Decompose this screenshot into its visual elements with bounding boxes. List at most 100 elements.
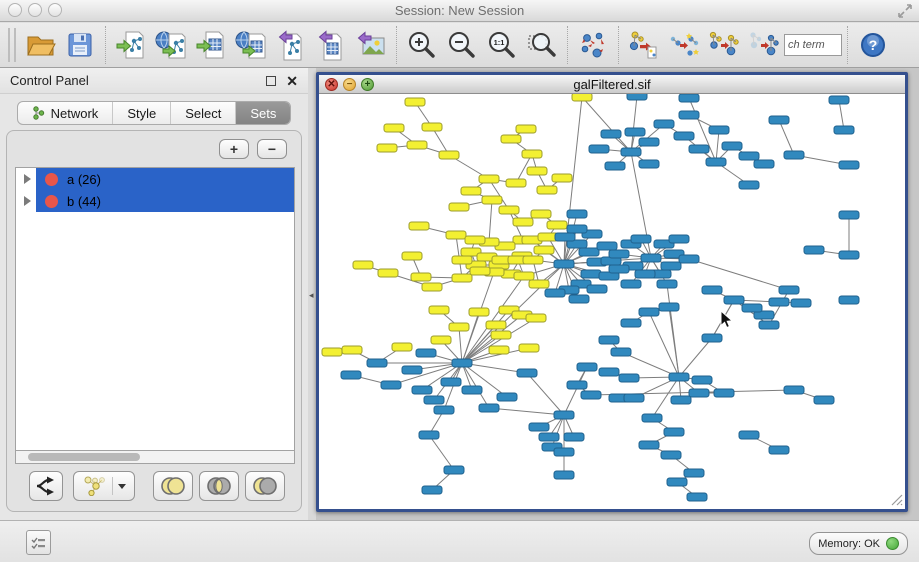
- network-view-window[interactable]: ✕ − + galFiltered.sif: [316, 72, 908, 512]
- graph-node-blue[interactable]: [569, 295, 589, 303]
- tab-network[interactable]: Network: [18, 102, 114, 124]
- graph-node-blue[interactable]: [839, 296, 859, 304]
- graph-node-yellow[interactable]: [378, 269, 398, 277]
- memory-status-button[interactable]: Memory: OK: [809, 532, 908, 555]
- graph-node-yellow[interactable]: [342, 346, 362, 354]
- graph-node-yellow[interactable]: [514, 272, 534, 280]
- graph-node-blue[interactable]: [497, 393, 517, 401]
- graph-node-blue[interactable]: [779, 286, 799, 294]
- graph-node-blue[interactable]: [624, 394, 644, 402]
- graph-node-yellow[interactable]: [523, 256, 543, 264]
- graph-node-blue[interactable]: [434, 406, 454, 414]
- graph-node-yellow[interactable]: [384, 124, 404, 132]
- graph-node-blue[interactable]: [839, 251, 859, 259]
- graph-node-blue[interactable]: [742, 304, 762, 312]
- graph-node-blue[interactable]: [839, 211, 859, 219]
- graph-node-yellow[interactable]: [377, 144, 397, 152]
- graph-node-blue[interactable]: [619, 374, 639, 382]
- graph-node-blue[interactable]: [639, 441, 659, 449]
- scrollbar-thumb[interactable]: [28, 453, 140, 461]
- graph-node-yellow[interactable]: [402, 252, 422, 260]
- graph-node-yellow[interactable]: [461, 187, 481, 195]
- graph-node-yellow[interactable]: [527, 167, 547, 175]
- graph-node-blue[interactable]: [529, 423, 549, 431]
- help-button[interactable]: ?: [853, 25, 893, 65]
- panel-splitter[interactable]: ◂: [308, 68, 316, 520]
- new-network-from-selection-button[interactable]: [624, 25, 664, 65]
- graph-node-blue[interactable]: [684, 469, 704, 477]
- graph-node-yellow[interactable]: [522, 150, 542, 158]
- graph-node-blue[interactable]: [689, 145, 709, 153]
- graph-node-yellow[interactable]: [470, 267, 490, 275]
- import-table-from-file-button[interactable]: [191, 25, 231, 65]
- graph-node-blue[interactable]: [669, 235, 689, 243]
- graph-node-yellow[interactable]: [537, 186, 557, 194]
- graph-node-blue[interactable]: [441, 378, 461, 386]
- graph-node-blue[interactable]: [739, 152, 759, 160]
- zoom-out-button[interactable]: [442, 25, 482, 65]
- graph-node-blue[interactable]: [664, 428, 684, 436]
- tab-select[interactable]: Select: [171, 102, 236, 124]
- graph-node-blue[interactable]: [669, 373, 689, 381]
- graph-node-blue[interactable]: [639, 160, 659, 168]
- graph-node-blue[interactable]: [784, 151, 804, 159]
- graph-node-blue[interactable]: [625, 128, 645, 136]
- graph-node-yellow[interactable]: [449, 203, 469, 211]
- graph-node-yellow[interactable]: [446, 231, 466, 239]
- graph-node-yellow[interactable]: [479, 175, 499, 183]
- graph-node-blue[interactable]: [367, 359, 387, 367]
- export-table-button[interactable]: [311, 25, 351, 65]
- graph-node-blue[interactable]: [627, 94, 647, 100]
- graph-node-blue[interactable]: [667, 478, 687, 486]
- graph-node-blue[interactable]: [631, 235, 651, 243]
- zoom-fit-button[interactable]: 1:1: [482, 25, 522, 65]
- graph-node-blue[interactable]: [341, 371, 361, 379]
- graph-node-yellow[interactable]: [506, 179, 526, 187]
- graph-node-blue[interactable]: [424, 396, 444, 404]
- graph-node-blue[interactable]: [579, 248, 599, 256]
- graph-node-blue[interactable]: [621, 280, 641, 288]
- graph-node-blue[interactable]: [639, 138, 659, 146]
- graph-node-yellow[interactable]: [534, 246, 554, 254]
- graph-node-blue[interactable]: [654, 120, 674, 128]
- graph-node-yellow[interactable]: [572, 94, 592, 101]
- window-buttons[interactable]: [8, 3, 62, 17]
- graph-node-blue[interactable]: [621, 148, 641, 156]
- apply-preferred-layout-button[interactable]: [573, 25, 613, 65]
- graph-node-blue[interactable]: [605, 162, 625, 170]
- remove-set-button[interactable]: −: [257, 139, 287, 159]
- graph-node-blue[interactable]: [724, 296, 744, 304]
- graph-node-blue[interactable]: [804, 246, 824, 254]
- tab-style[interactable]: Style: [113, 102, 171, 124]
- graph-node-yellow[interactable]: [322, 348, 342, 356]
- graph-node-blue[interactable]: [452, 359, 472, 367]
- graph-node-blue[interactable]: [554, 260, 574, 268]
- graph-node-blue[interactable]: [621, 319, 641, 327]
- horizontal-scrollbar[interactable]: [15, 451, 295, 464]
- graph-node-blue[interactable]: [687, 493, 707, 501]
- graph-node-blue[interactable]: [641, 254, 661, 262]
- graph-node-yellow[interactable]: [353, 261, 373, 269]
- zoom-window-button[interactable]: [48, 3, 62, 17]
- graph-node-blue[interactable]: [577, 363, 597, 371]
- list-item[interactable]: a (26): [16, 168, 294, 190]
- graph-node-yellow[interactable]: [526, 314, 546, 322]
- graph-node-blue[interactable]: [769, 446, 789, 454]
- graph-node-blue[interactable]: [739, 431, 759, 439]
- graph-node-blue[interactable]: [784, 386, 804, 394]
- graph-node-blue[interactable]: [709, 126, 729, 134]
- graph-node-yellow[interactable]: [531, 210, 551, 218]
- graph-node-blue[interactable]: [581, 391, 601, 399]
- graph-node-yellow[interactable]: [392, 343, 412, 351]
- graph-node-blue[interactable]: [769, 298, 789, 306]
- fullscreen-icon[interactable]: [897, 3, 913, 19]
- task-monitor-button[interactable]: [26, 530, 51, 555]
- export-network-button[interactable]: [271, 25, 311, 65]
- graph-node-blue[interactable]: [769, 116, 789, 124]
- show-graphics-details-button[interactable]: [704, 25, 744, 65]
- graph-node-yellow[interactable]: [499, 206, 519, 214]
- create-set-from-network-button[interactable]: [73, 471, 135, 501]
- graph-node-blue[interactable]: [679, 255, 699, 263]
- graph-node-blue[interactable]: [402, 366, 422, 374]
- graph-node-blue[interactable]: [722, 142, 742, 150]
